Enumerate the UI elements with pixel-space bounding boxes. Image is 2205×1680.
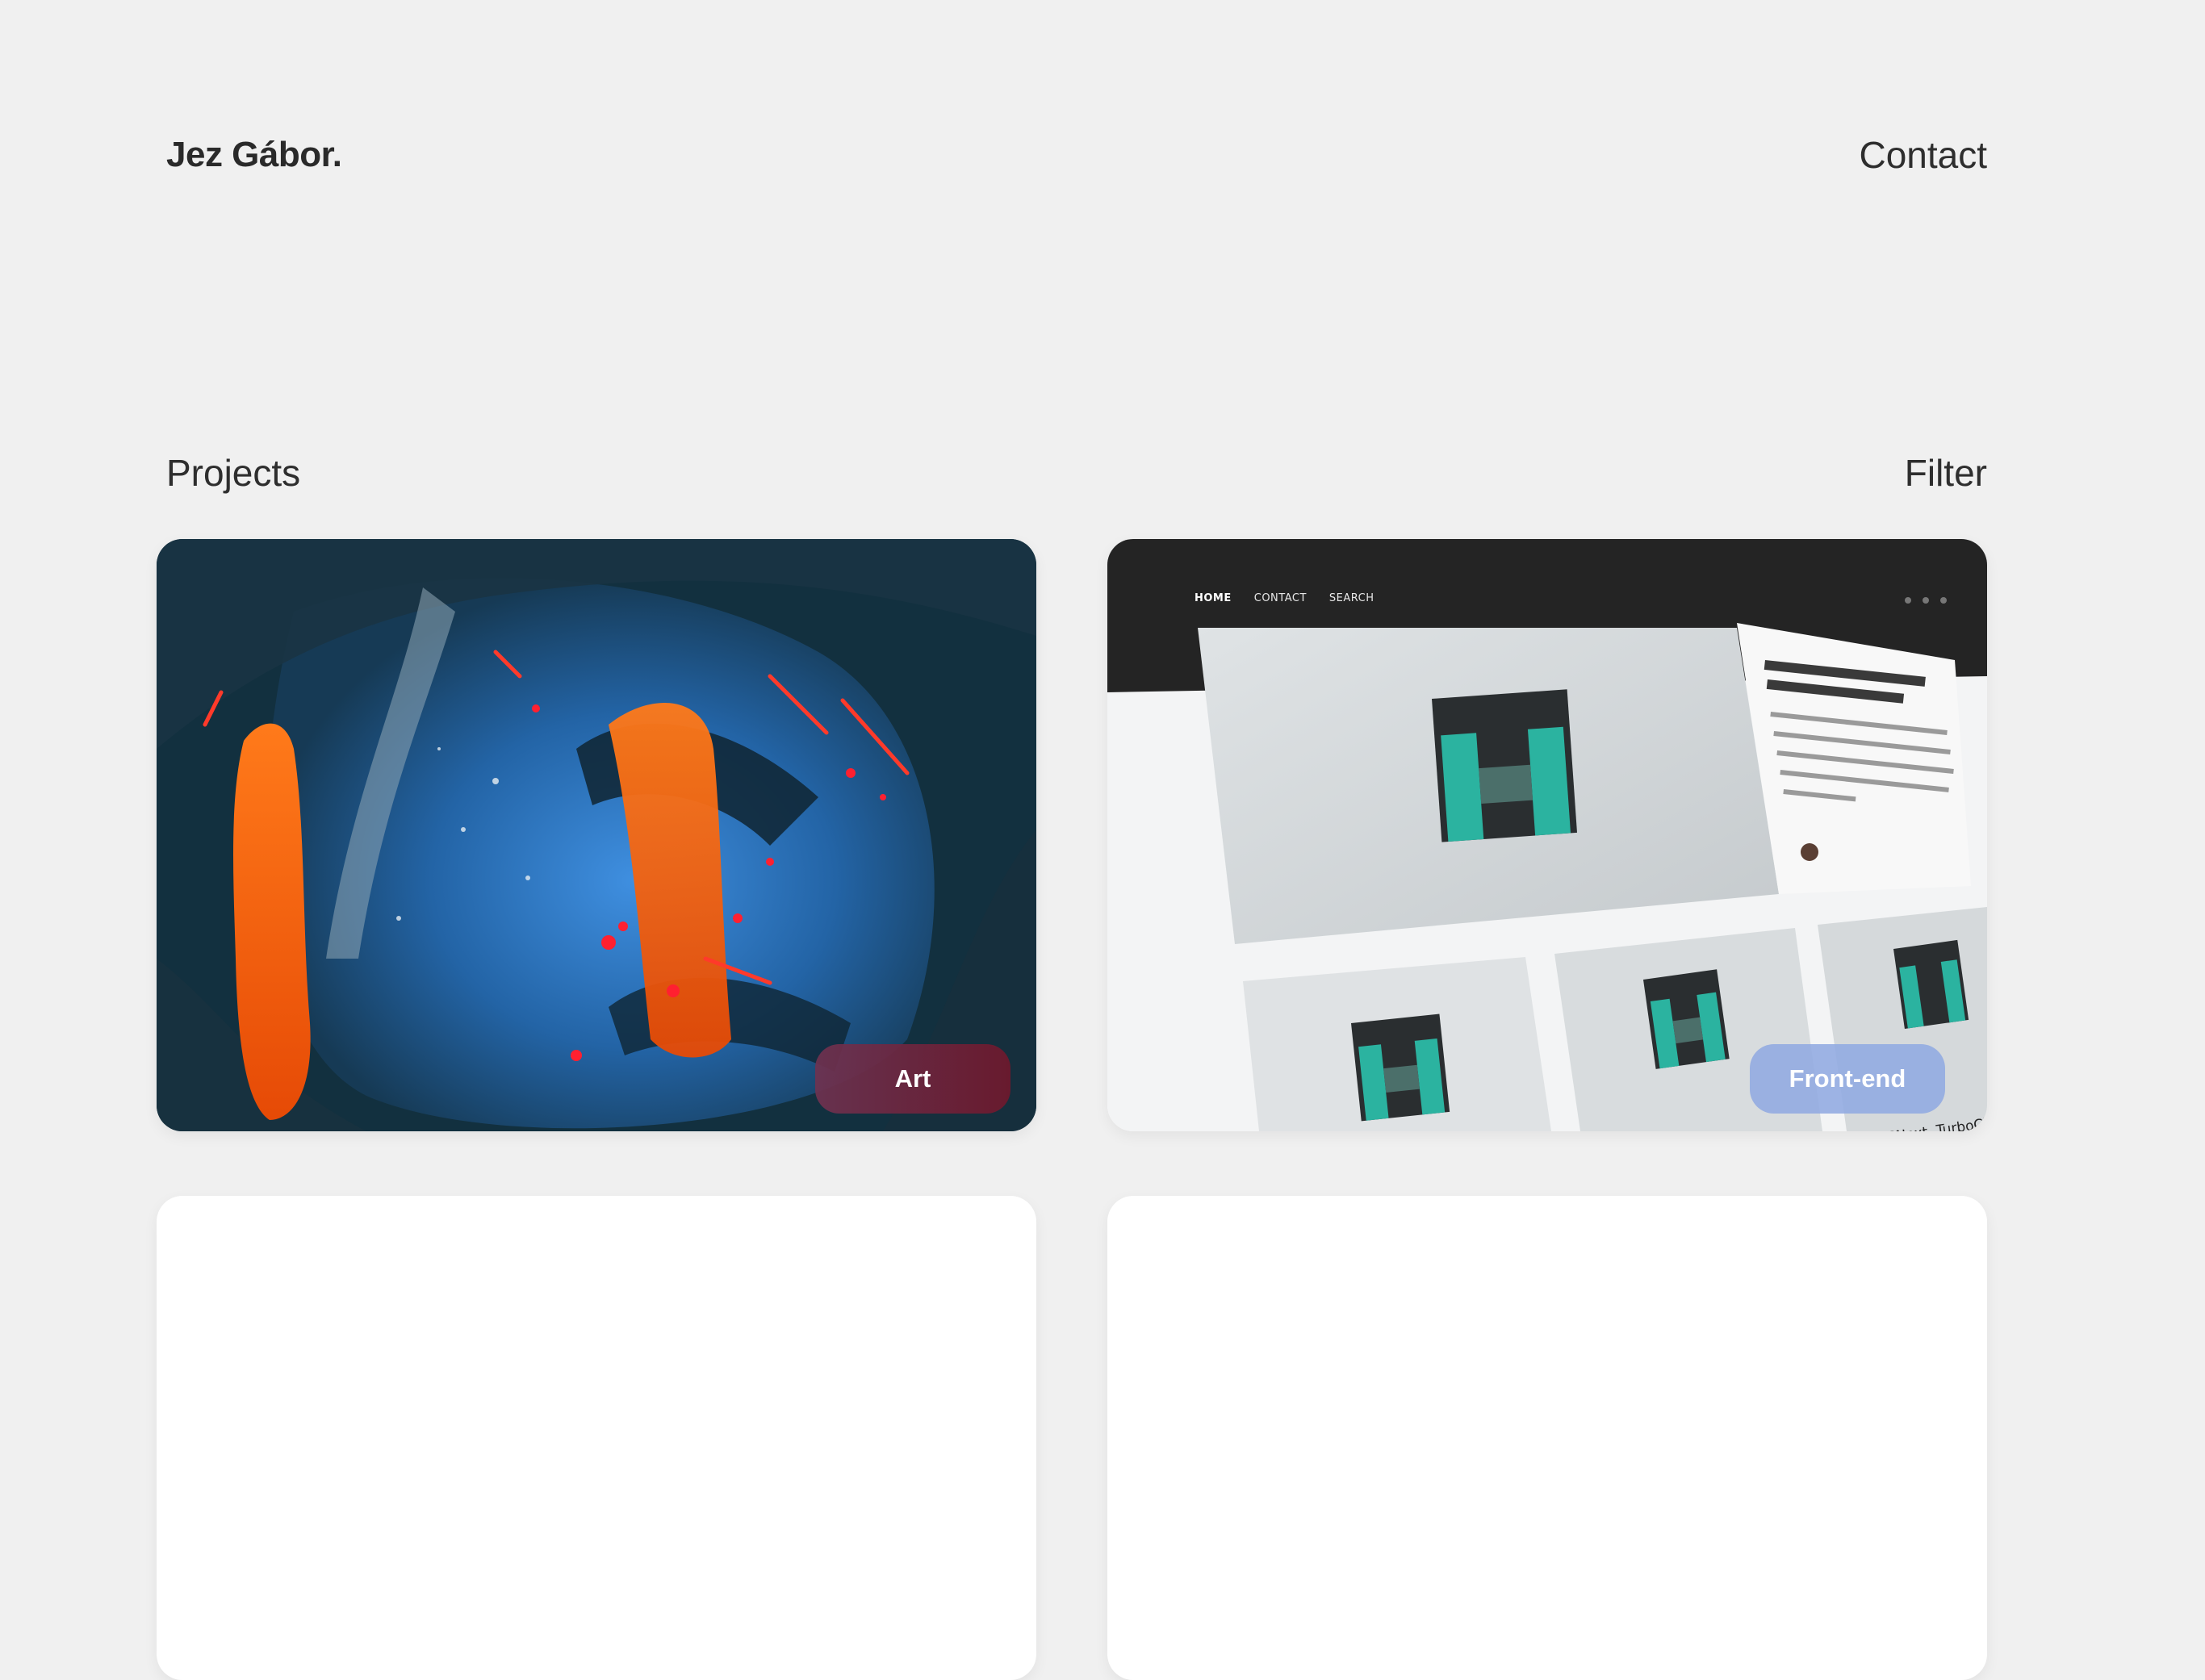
mockup-icons — [1905, 597, 1947, 604]
project-card-empty-1[interactable] — [157, 1196, 1036, 1680]
site-logo[interactable]: Jez Gábor. — [166, 135, 342, 175]
project-card-frontend[interactable]: HOME CONTACT SEARCH CSSNext, TurboCli Fr… — [1107, 539, 1987, 1131]
project-image-mockup — [1107, 539, 1987, 1131]
mockup-nav-search: SEARCH — [1328, 592, 1374, 604]
tag-badge-art[interactable]: Art — [815, 1044, 1010, 1114]
section-title: Projects — [166, 452, 301, 494]
project-image-painting — [157, 539, 1036, 1131]
tag-badge-frontend[interactable]: Front-end — [1750, 1044, 1945, 1114]
projects-header: Projects Filter — [166, 445, 1987, 500]
project-card-empty-2[interactable] — [1107, 1196, 1987, 1680]
site-header: Jez Gábor. Contact — [166, 129, 1987, 181]
mockup-nav-home: HOME — [1195, 592, 1232, 604]
contact-link[interactable]: Contact — [1859, 133, 1987, 177]
mockup-nav: HOME CONTACT SEARCH — [1195, 592, 1374, 604]
mockup-nav-contact: CONTACT — [1253, 592, 1307, 604]
project-card-art[interactable]: Art — [157, 539, 1036, 1131]
filter-button[interactable]: Filter — [1905, 451, 1987, 495]
